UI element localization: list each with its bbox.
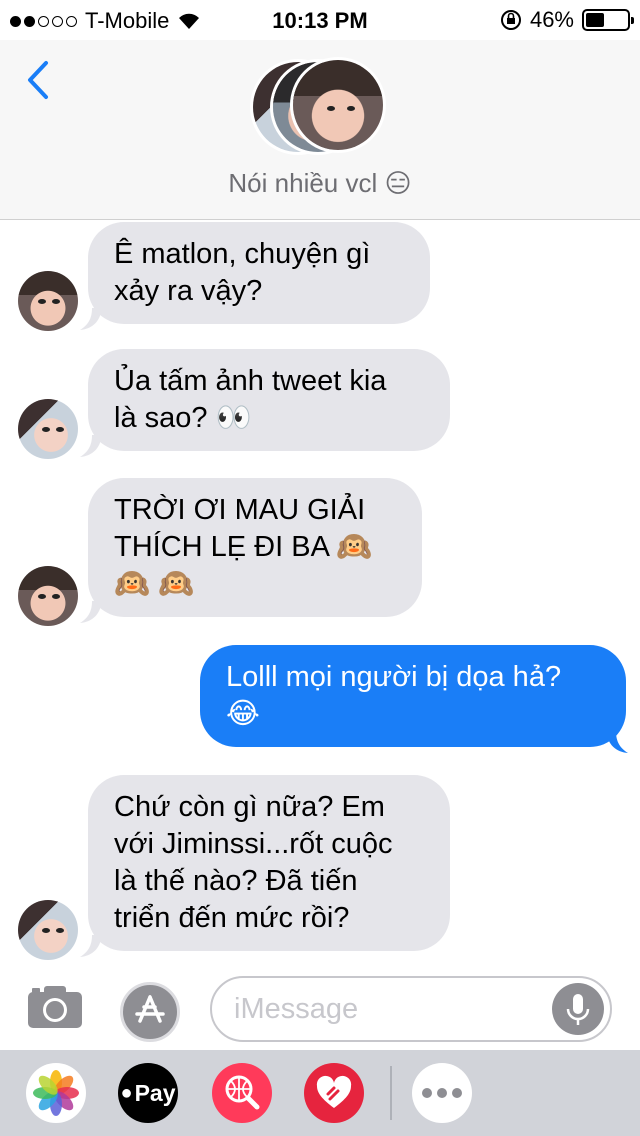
app-drawer: ● Pay (0, 1050, 640, 1136)
heart-icon (316, 1075, 352, 1108)
more-apps-button[interactable] (412, 1063, 472, 1123)
incoming-message-bubble[interactable]: Ê matlon, chuyện gì xảy ra vậy? (88, 222, 430, 324)
message-placeholder: iMessage (234, 993, 359, 1025)
bubble-tail (80, 935, 102, 957)
back-chevron-icon[interactable] (24, 60, 54, 100)
battery-icon (582, 9, 634, 31)
status-right: 46% (500, 7, 634, 33)
message-text: 😂 (226, 698, 260, 730)
message-text: Chứ còn gì nữa? Em (114, 791, 385, 823)
battery-percent: 46% (529, 7, 574, 32)
compose-bar: iMessage (0, 962, 640, 1050)
message-text: xảy ra vậy? (114, 275, 263, 307)
more-dot-icon (437, 1088, 447, 1098)
message-text: là sao? 👀 (114, 402, 252, 434)
incoming-message-bubble[interactable]: TRỜI ƠI MAU GIẢI THÍCH LẸ ĐI BA 🙉 🙉 🙉 (88, 478, 422, 617)
digital-touch-button[interactable] (304, 1063, 364, 1123)
bubble-tail (80, 308, 102, 330)
message-text: TRỜI ƠI MAU GIẢI (114, 494, 366, 526)
conversation-header: Nói nhiều vcl 😑 (0, 40, 640, 220)
globe-search-icon (225, 1075, 260, 1110)
apple-logo-icon: ● (120, 1081, 133, 1104)
microphone-icon (566, 994, 590, 1025)
sender-avatar[interactable] (18, 399, 78, 459)
message-text: là thế nào? Đã tiến (114, 865, 358, 897)
message-text: Lolll mọi người bị dọa hả? (226, 661, 562, 693)
photos-icon (33, 1070, 79, 1116)
camera-icon[interactable] (26, 984, 84, 1030)
message-text: 🙉 🙉 (114, 568, 195, 600)
apple-pay-button[interactable]: ● Pay (118, 1063, 178, 1123)
message-text: Ủa tấm ảnh tweet kia (114, 365, 387, 397)
message-text: THÍCH LẸ ĐI BA 🙉 (114, 531, 373, 563)
incoming-message-bubble[interactable]: Ủa tấm ảnh tweet kia là sao? 👀 (88, 349, 450, 451)
message-text: Ê matlon, chuyện gì (114, 238, 371, 270)
photos-app-button[interactable] (26, 1063, 86, 1123)
member-avatar (290, 57, 386, 153)
conversation-title[interactable]: Nói nhiều vcl 😑 (0, 168, 640, 199)
orientation-lock-icon (500, 10, 521, 30)
app-store-icon (135, 995, 165, 1023)
more-dot-icon (422, 1088, 432, 1098)
bubble-tail (606, 731, 628, 753)
pay-label: Pay (134, 1079, 176, 1106)
message-text: triển đến mức rồi? (114, 902, 350, 934)
sender-avatar[interactable] (18, 271, 78, 331)
incoming-message-bubble[interactable]: Chứ còn gì nữa? Em với Jiminssi...rốt cu… (88, 775, 450, 951)
drawer-divider (390, 1066, 392, 1120)
outgoing-message-bubble[interactable]: Lolll mọi người bị dọa hả? 😂 (200, 645, 626, 747)
group-avatar[interactable] (250, 57, 390, 157)
sender-avatar[interactable] (18, 566, 78, 626)
microphone-button[interactable] (552, 983, 604, 1035)
bubble-tail (80, 435, 102, 457)
app-store-button[interactable] (120, 982, 180, 1042)
sender-avatar[interactable] (18, 900, 78, 960)
more-dot-icon (452, 1088, 462, 1098)
message-input[interactable]: iMessage (210, 976, 612, 1042)
bubble-tail (80, 601, 102, 623)
message-text: với Jiminssi...rốt cuộc (114, 828, 393, 860)
image-search-button[interactable] (212, 1063, 272, 1123)
status-bar: T-Mobile 10:13 PM 46% (0, 0, 640, 40)
